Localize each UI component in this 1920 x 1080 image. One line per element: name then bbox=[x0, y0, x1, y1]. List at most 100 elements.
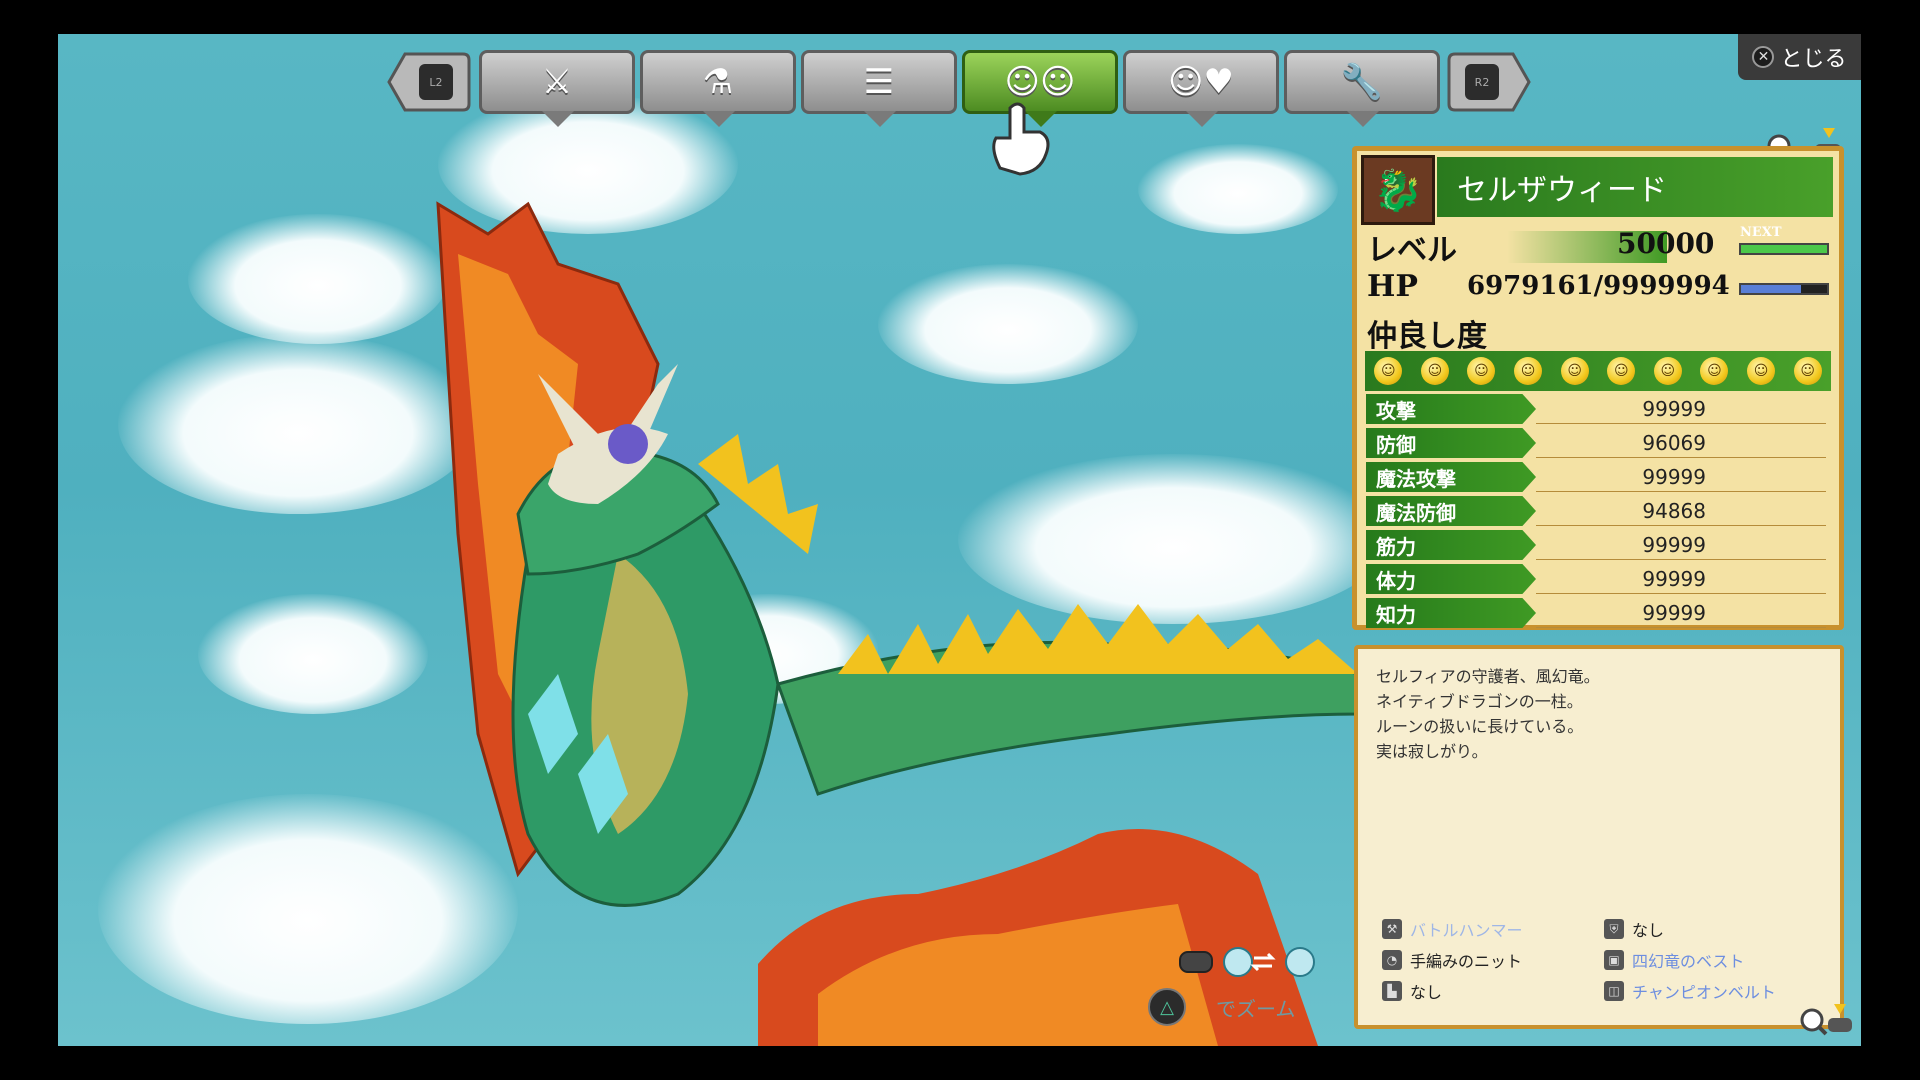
stat-label: 魔法攻撃 bbox=[1366, 462, 1536, 492]
stat-value: 94868 bbox=[1642, 499, 1706, 523]
stat-value: 99999 bbox=[1642, 397, 1706, 421]
affinity-smile-icon: ☺ bbox=[1793, 357, 1822, 385]
equip-shoes[interactable]: ▙ なし bbox=[1382, 979, 1442, 1003]
stat-label: 知力 bbox=[1366, 598, 1536, 628]
shield-slot-icon: ⛨ bbox=[1604, 919, 1624, 939]
tab-settings[interactable]: 🔧 bbox=[1284, 50, 1440, 127]
stat-row: 知力 99999 bbox=[1366, 598, 1832, 628]
menu-tab-bar: L2 ⚔ ⚗ ☰ ☺☺ ☺♥ 🔧 R2 bbox=[385, 50, 1535, 130]
tab-affinity[interactable]: ☺♥ bbox=[1123, 50, 1279, 127]
equip-shield-name: なし bbox=[1632, 921, 1665, 940]
description-line: ネイティブドラゴンの一柱。 bbox=[1376, 692, 1583, 711]
smile-heart-icon: ☺♥ bbox=[1168, 62, 1234, 102]
stat-row: 体力 99999 bbox=[1366, 564, 1832, 594]
tab-equipment[interactable]: ⚔ bbox=[479, 50, 635, 127]
character-name: セルザウィード bbox=[1437, 157, 1833, 217]
head-slot-icon: ◔ bbox=[1382, 950, 1402, 970]
svg-text:R2: R2 bbox=[1475, 76, 1490, 89]
r2-next-button[interactable]: R2 bbox=[1447, 50, 1533, 114]
zoom-hint-label: でズーム bbox=[1216, 996, 1296, 1021]
hp-bar bbox=[1739, 283, 1829, 295]
stats-list: 攻撃 99999 防御 96069 魔法攻撃 99999 魔法防御 94868 筋力 99999 体… bbox=[1352, 388, 1844, 630]
stat-row: 防御 96069 bbox=[1366, 428, 1832, 458]
hp-value: 6979161/9999994 bbox=[1467, 271, 1730, 301]
equip-body-name: 四幻竜のベスト bbox=[1632, 952, 1745, 971]
shoes-slot-icon: ▙ bbox=[1382, 981, 1402, 1001]
equip-accessory[interactable]: ◫ チャンピオンベルト bbox=[1604, 979, 1776, 1003]
close-button[interactable]: ✕ とじる bbox=[1738, 34, 1861, 80]
divider bbox=[1536, 593, 1826, 594]
chevron-right-icon: R2 bbox=[1447, 52, 1531, 112]
body-slot-icon: ▣ bbox=[1604, 950, 1624, 970]
affinity-smile-icon: ☺ bbox=[1607, 357, 1636, 385]
equip-accessory-name: チャンピオンベルト bbox=[1632, 983, 1776, 1002]
stat-label: 体力 bbox=[1366, 564, 1536, 594]
weapon-slot-icon: ⚒ bbox=[1382, 919, 1402, 939]
character-portrait: 🐉 bbox=[1361, 155, 1435, 225]
pointer-hand-icon bbox=[980, 98, 1060, 178]
description-panel: セルフィアの守護者、風幻竜。 ネイティブドラゴンの一柱。 ルーンの扱いに長けてい… bbox=[1354, 645, 1844, 1029]
affinity-smile-icon: ☺ bbox=[1467, 357, 1496, 385]
equip-head[interactable]: ◔ 手編みのニット bbox=[1382, 948, 1522, 972]
stat-row: 魔法攻撃 99999 bbox=[1366, 462, 1832, 492]
document-icon: ☰ bbox=[863, 62, 895, 102]
triangle-button-icon: △ bbox=[1148, 988, 1186, 1026]
x-button-icon: ✕ bbox=[1752, 46, 1775, 68]
equip-body[interactable]: ▣ 四幻竜のベスト bbox=[1604, 948, 1744, 972]
divider bbox=[1536, 457, 1826, 458]
stat-row: 魔法防御 94868 bbox=[1366, 496, 1832, 526]
accessory-slot-icon: ◫ bbox=[1604, 981, 1624, 1001]
affinity-label: 仲良し度 bbox=[1367, 319, 1487, 354]
equip-weapon[interactable]: ⚒ バトルハンマー bbox=[1382, 917, 1522, 941]
party-faces-icon: ☺☺ bbox=[1004, 62, 1076, 102]
stat-label: 防御 bbox=[1366, 428, 1536, 458]
stat-row: 筋力 99999 bbox=[1366, 530, 1832, 560]
hp-label: HP bbox=[1367, 269, 1418, 304]
level-label: レベル bbox=[1367, 233, 1457, 268]
affinity-smile-icon: ☺ bbox=[1700, 357, 1729, 385]
affinity-smile-icon: ☺ bbox=[1514, 357, 1543, 385]
divider bbox=[1536, 559, 1826, 560]
stat-label: 魔法防御 bbox=[1366, 496, 1536, 526]
equip-shield[interactable]: ⛨ なし bbox=[1604, 917, 1664, 941]
level-value: 50000 bbox=[1617, 227, 1715, 260]
equip-head-name: 手編みのニット bbox=[1410, 952, 1523, 971]
stat-label: 筋力 bbox=[1366, 530, 1536, 560]
tab-crafting[interactable]: ⚗ bbox=[640, 50, 796, 127]
flask-hammer-icon: ⚗ bbox=[702, 62, 734, 102]
equip-shoes-name: なし bbox=[1410, 983, 1443, 1002]
close-label: とじる bbox=[1780, 47, 1847, 72]
zoom-out-icon bbox=[1798, 1000, 1858, 1040]
svg-text:L2: L2 bbox=[429, 76, 442, 89]
sword-shield-icon: ⚔ bbox=[541, 62, 573, 102]
affinity-meter: ☺ ☺ ☺ ☺ ☺ ☺ ☺ ☺ ☺ ☺ bbox=[1365, 351, 1831, 391]
stat-value: 99999 bbox=[1642, 465, 1706, 489]
next-exp-bar bbox=[1739, 243, 1829, 255]
divider bbox=[1536, 525, 1826, 526]
affinity-smile-icon: ☺ bbox=[1653, 357, 1682, 385]
affinity-smile-icon: ☺ bbox=[1747, 357, 1776, 385]
affinity-smile-icon: ☺ bbox=[1560, 357, 1589, 385]
description-line: 実は寂しがり。 bbox=[1376, 742, 1488, 761]
divider bbox=[1536, 491, 1826, 492]
description-line: ルーンの扱いに長けている。 bbox=[1376, 717, 1584, 736]
wrench-icon: 🔧 bbox=[1340, 62, 1384, 102]
divider bbox=[1536, 627, 1826, 628]
equip-weapon-name: バトルハンマー bbox=[1410, 921, 1523, 940]
next-label: NEXT bbox=[1740, 225, 1782, 240]
l2-prev-button[interactable]: L2 bbox=[385, 50, 471, 114]
divider bbox=[1536, 423, 1826, 424]
stat-value: 99999 bbox=[1642, 567, 1706, 591]
affinity-smile-icon: ☺ bbox=[1420, 357, 1449, 385]
stat-value: 99999 bbox=[1642, 533, 1706, 557]
zoom-hint: △ でズーム bbox=[1148, 988, 1295, 1026]
chevron-left-icon: L2 bbox=[387, 52, 471, 112]
stat-row: 攻撃 99999 bbox=[1366, 394, 1832, 424]
tab-documents[interactable]: ☰ bbox=[801, 50, 957, 127]
affinity-smile-icon: ☺ bbox=[1374, 357, 1403, 385]
stat-value: 99999 bbox=[1642, 601, 1706, 625]
stat-label: 攻撃 bbox=[1366, 394, 1536, 424]
swap-affinity-hint bbox=[1178, 944, 1318, 978]
stat-value: 96069 bbox=[1642, 431, 1706, 455]
description-line: セルフィアの守護者、風幻竜。 bbox=[1376, 667, 1600, 686]
